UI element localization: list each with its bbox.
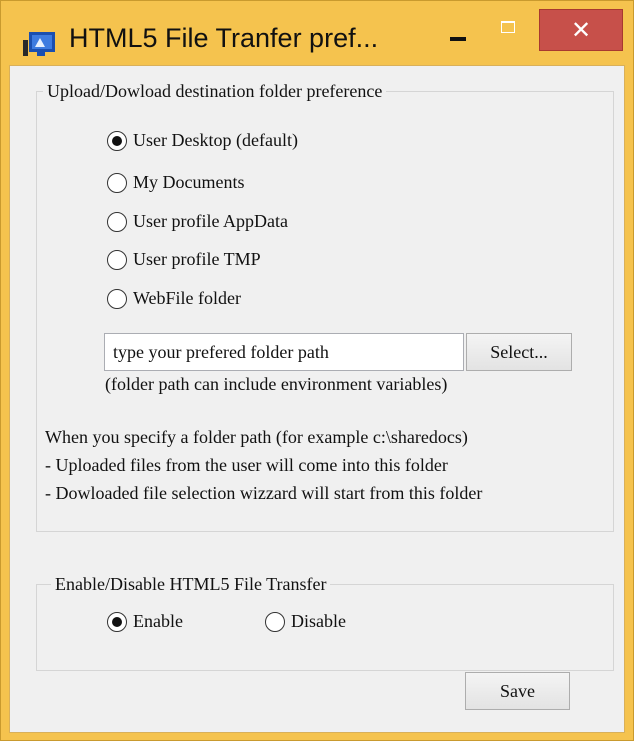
minimize-icon [450, 37, 466, 41]
radio-label: My Documents [133, 172, 245, 192]
folder-path-hint: (folder path can include environment var… [105, 374, 448, 394]
radio-user-profile-tmp[interactable]: User profile TMP [107, 249, 261, 270]
radio-button-checked[interactable] [107, 611, 127, 632]
dialog-client-area: Upload/Dowload destination folder prefer… [9, 65, 625, 733]
radio-button[interactable] [107, 172, 127, 193]
minimize-button[interactable] [437, 9, 481, 51]
radio-webfile-folder[interactable]: WebFile folder [107, 288, 241, 309]
radio-label: User profile TMP [133, 249, 261, 269]
close-icon: ✕ [570, 16, 592, 44]
app-window-icon [23, 32, 55, 56]
radio-button[interactable] [107, 211, 127, 232]
radio-user-desktop[interactable]: User Desktop (default) [107, 130, 298, 151]
select-folder-button[interactable]: Select... [466, 333, 572, 371]
radio-button[interactable] [265, 611, 285, 632]
radio-label: User profile AppData [133, 211, 288, 231]
title-bar[interactable]: HTML5 File Tranfer pref... ✕ [1, 1, 633, 65]
radio-label: User Desktop (default) [133, 130, 298, 150]
info-line: - Uploaded files from the user will come… [45, 455, 448, 475]
radio-label: Enable [133, 611, 183, 631]
close-button[interactable]: ✕ [539, 9, 623, 51]
radio-label: WebFile folder [133, 288, 242, 308]
transfer-group-legend: Enable/Disable HTML5 File Transfer [51, 574, 331, 594]
info-line: - Dowloaded file selection wizzard will … [45, 483, 483, 503]
preferences-window: HTML5 File Tranfer pref... ✕ Upload/Dowl… [0, 0, 634, 741]
window-title: HTML5 File Tranfer pref... [69, 23, 379, 53]
maximize-button[interactable] [487, 9, 531, 51]
radio-my-documents[interactable]: My Documents [107, 172, 245, 193]
destination-group-legend: Upload/Dowload destination folder prefer… [43, 81, 387, 101]
radio-label: Disable [291, 611, 346, 631]
radio-disable[interactable]: Disable [265, 611, 346, 632]
radio-enable[interactable]: Enable [107, 611, 183, 632]
info-line: When you specify a folder path (for exam… [45, 427, 468, 447]
folder-path-input[interactable] [104, 333, 464, 371]
radio-user-profile-appdata[interactable]: User profile AppData [107, 211, 288, 232]
save-button[interactable]: Save [465, 672, 570, 710]
maximize-icon [501, 21, 515, 33]
radio-button-checked[interactable] [107, 130, 127, 151]
radio-button[interactable] [107, 288, 127, 309]
radio-button[interactable] [107, 249, 127, 270]
